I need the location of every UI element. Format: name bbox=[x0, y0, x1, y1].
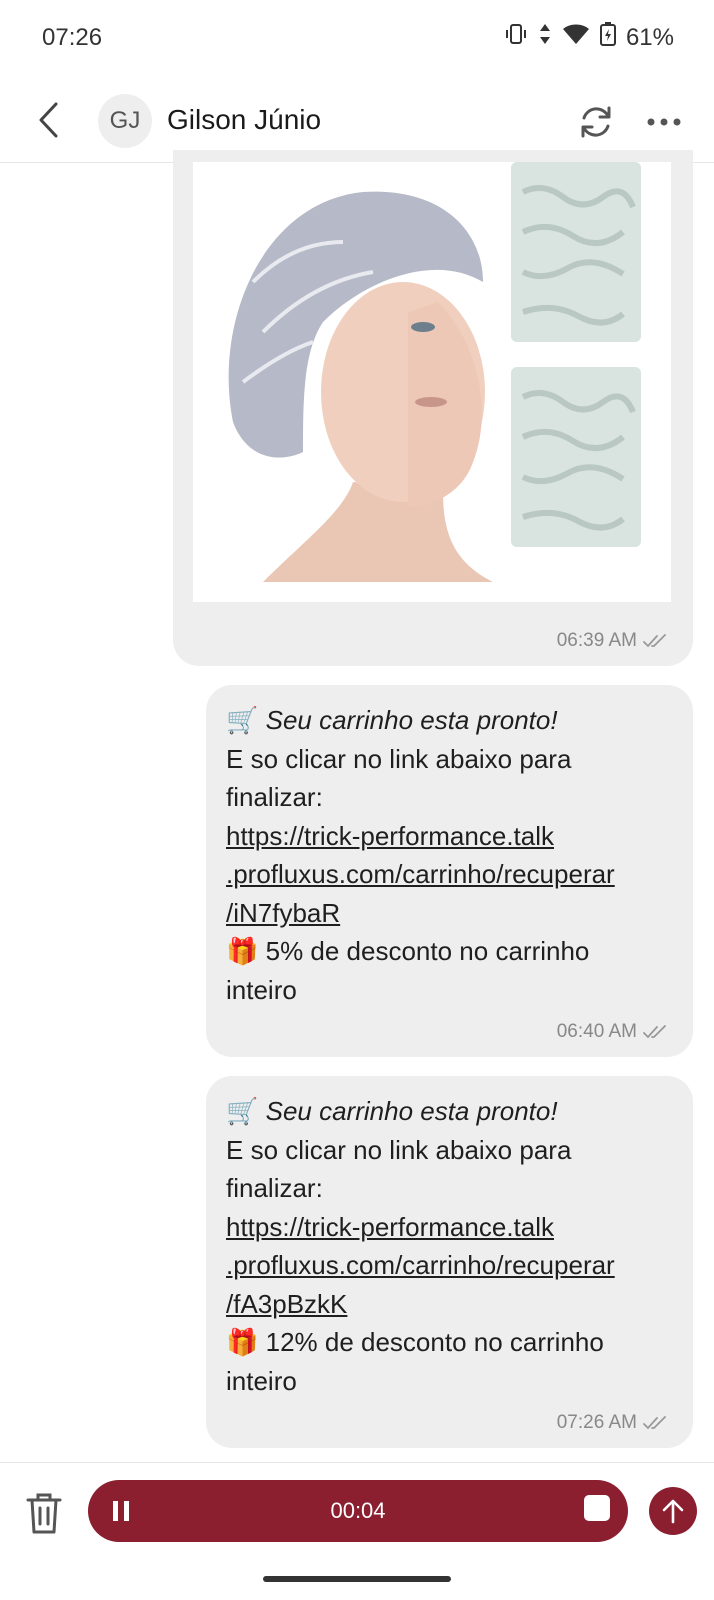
stop-icon[interactable] bbox=[584, 1495, 610, 1521]
recording-timer: 00:04 bbox=[330, 1498, 386, 1523]
cart-emoji: 🛒 bbox=[226, 705, 259, 735]
discount-text: 12% de desconto no carrinho bbox=[265, 1327, 604, 1357]
contact-name[interactable]: Gilson Júnio bbox=[167, 104, 321, 136]
message-time: 06:39 AM bbox=[556, 630, 637, 651]
gift-emoji: 🎁 bbox=[226, 1327, 259, 1357]
refresh-button[interactable] bbox=[574, 100, 618, 144]
message-bubble[interactable]: 🛒 Seu carrinho esta pronto! E so clicar … bbox=[206, 1076, 693, 1448]
home-indicator[interactable] bbox=[263, 1576, 451, 1582]
checkout-link[interactable]: /iN7fybaR bbox=[226, 894, 682, 933]
cart-emoji: 🛒 bbox=[226, 1096, 259, 1126]
checkout-link[interactable]: .profluxus.com/carrinho/recuperar bbox=[226, 1246, 682, 1285]
message-bubble[interactable]: 🛒 Seu carrinho esta pronto! E so clicar … bbox=[206, 685, 693, 1057]
message-line: E so clicar no link abaixo para bbox=[226, 1134, 572, 1165]
status-bar: 07:26 61% bbox=[0, 0, 714, 80]
checkout-link[interactable]: https://trick-performance.talk bbox=[226, 817, 682, 856]
voice-recorder: 00:04 bbox=[88, 1480, 628, 1542]
discount-text: 5% de desconto no carrinho bbox=[265, 936, 590, 966]
back-button[interactable] bbox=[28, 98, 68, 142]
discard-recording-button[interactable] bbox=[22, 1489, 66, 1537]
message-time: 06:40 AM bbox=[556, 1021, 637, 1042]
message-title: Seu carrinho esta pronto! bbox=[265, 705, 558, 735]
battery-percent: 61% bbox=[625, 23, 674, 51]
checkout-link[interactable]: .profluxus.com/carrinho/recuperar bbox=[226, 855, 682, 894]
checkout-link[interactable]: /fA3pBzkK bbox=[226, 1285, 682, 1324]
arrow-up-icon bbox=[662, 1499, 684, 1524]
status-icons: 61% bbox=[504, 22, 674, 53]
message-line: finalizar: bbox=[226, 782, 323, 812]
double-check-icon bbox=[643, 1416, 666, 1430]
refresh-icon bbox=[581, 106, 611, 138]
send-button[interactable] bbox=[649, 1487, 697, 1535]
more-icon bbox=[647, 118, 681, 126]
vibrate-icon bbox=[504, 22, 528, 53]
image-message-bubble[interactable]: 06:39 AM bbox=[173, 150, 693, 666]
status-time: 07:26 bbox=[42, 24, 103, 51]
checkout-link[interactable]: https://trick-performance.talk bbox=[226, 1208, 682, 1247]
message-line: inteiro bbox=[226, 1365, 297, 1396]
product-image[interactable] bbox=[193, 162, 671, 602]
battery-icon bbox=[599, 22, 616, 53]
trash-icon bbox=[26, 1493, 62, 1534]
message-line: inteiro bbox=[226, 974, 297, 1005]
back-arrow-icon bbox=[39, 102, 58, 138]
data-arrows-icon bbox=[538, 23, 552, 52]
avatar[interactable]: GJ bbox=[98, 94, 152, 148]
message-line: finalizar: bbox=[226, 1173, 323, 1203]
message-title: Seu carrinho esta pronto! bbox=[265, 1096, 558, 1126]
gift-emoji: 🎁 bbox=[226, 936, 259, 966]
message-text: 🛒 Seu carrinho esta pronto! E so clicar … bbox=[226, 1092, 682, 1400]
double-check-icon bbox=[643, 634, 666, 648]
double-check-icon bbox=[643, 1025, 666, 1039]
message-line: E so clicar no link abaixo para bbox=[226, 743, 572, 774]
message-text: 🛒 Seu carrinho esta pronto! E so clicar … bbox=[226, 701, 682, 1009]
wifi-icon bbox=[562, 23, 590, 52]
more-options-button[interactable] bbox=[642, 100, 686, 144]
message-time: 07:26 AM bbox=[556, 1412, 637, 1433]
